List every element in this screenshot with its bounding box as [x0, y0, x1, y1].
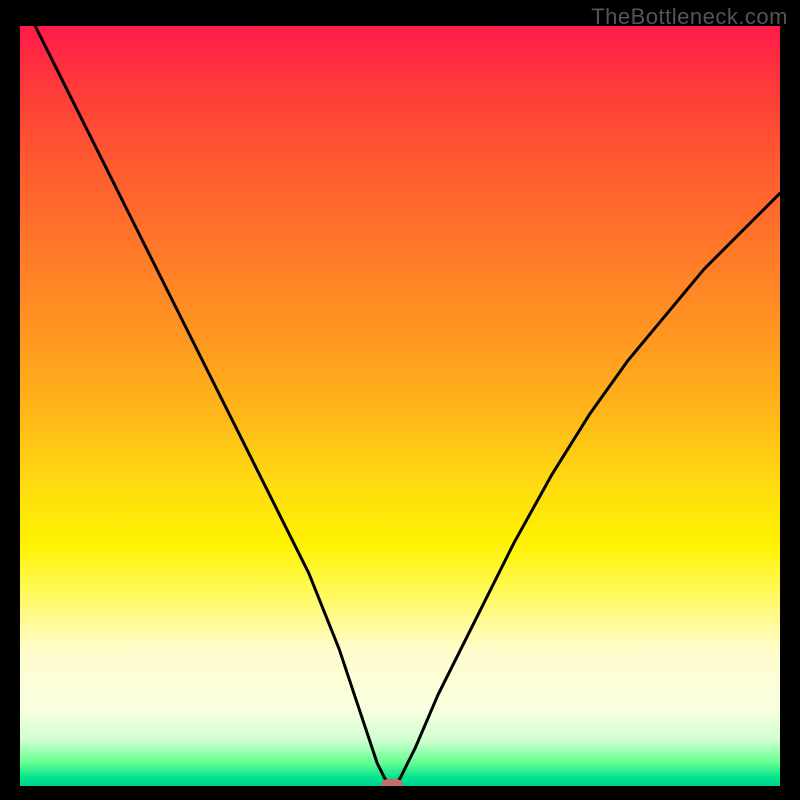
chart-plot-area — [20, 26, 780, 786]
bottleneck-curve — [20, 26, 780, 786]
watermark-text: TheBottleneck.com — [591, 4, 788, 30]
optimal-point-marker — [381, 779, 403, 786]
